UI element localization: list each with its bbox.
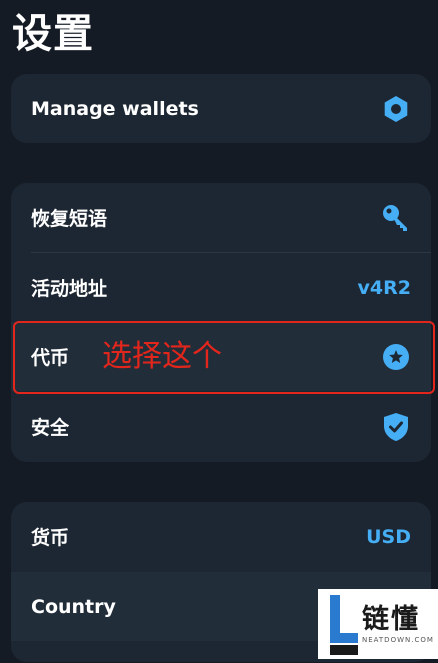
watermark-logo-icon [318,589,362,659]
manage-wallets-row[interactable]: Manage wallets [11,74,431,143]
active-address-row[interactable]: 活动地址 v4R2 [11,253,431,322]
annotation-box [13,321,435,394]
recovery-phrase-label: 恢复短语 [31,208,108,230]
currency-row[interactable]: 货币 USD [11,502,431,571]
country-label: Country [31,595,116,618]
annotation-text: 选择这个 [102,339,222,374]
recovery-phrase-row[interactable]: 恢复短语 [11,183,431,252]
watermark-en-text: NEATDOWN.COM [362,636,434,644]
currency-value: USD [366,525,411,548]
active-address-label: 活动地址 [31,278,108,300]
manage-wallets-card: Manage wallets [11,74,431,143]
key-icon [381,203,411,233]
security-row[interactable]: 安全 [11,392,431,461]
currency-label: 货币 [31,527,70,549]
manage-wallets-label: Manage wallets [31,97,199,120]
security-label: 安全 [31,417,70,439]
active-address-value: v4R2 [357,276,411,299]
shield-check-icon [381,412,411,442]
hexagon-gear-icon [381,94,411,124]
page-title: 设置 [12,11,94,57]
watermark: 链懂 NEATDOWN.COM [318,589,438,659]
watermark-cn-text: 链懂 [362,604,420,635]
